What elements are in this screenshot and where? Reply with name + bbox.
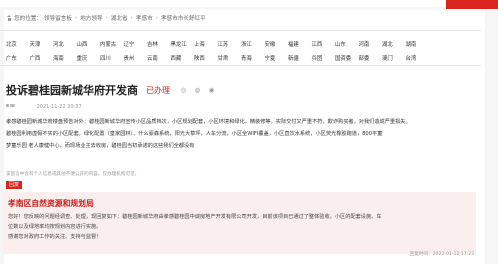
home-icon (6, 15, 12, 21)
region-link[interactable]: 吉林 (147, 40, 171, 48)
region-link[interactable]: 山东 (335, 40, 359, 48)
breadcrumb-separator: › (105, 15, 108, 21)
region-link[interactable]: 西藏 (171, 54, 195, 62)
reply-body: 您好！您反映的问题经调查、处理，现回复如下：碧桂园新城华府由孝感碧桂园中诚房地产… (8, 212, 472, 242)
post-body-line: 梦童乐园 老人康健中心，而现场业主去收房，碧桂园当初承诺的这些我们全都没有 (6, 143, 195, 149)
region-link[interactable]: 广东 (6, 54, 30, 62)
region-link[interactable]: 国资委 (335, 54, 359, 62)
region-link[interactable]: 福建 (288, 40, 312, 48)
region-link[interactable]: 陕西 (194, 54, 218, 62)
region-link[interactable]: 河北 (53, 40, 77, 48)
region-link[interactable]: 浙江 (241, 40, 265, 48)
region-row-2: 广东 广西 海南 重庆 四川 贵州 云南 西藏 陕西 甘肃 青海 宁夏 新疆 兵… (6, 54, 429, 62)
post-body-line: 碧桂园利用虚假不实的小区配套，绿化配置（皇家园林）、什么豪森系统，阳光大草坪，人… (6, 131, 383, 137)
post-body: 孝感碧桂园新城华府楼盘预告对外：碧桂园新城华府宣传小区品质档次，小区规划配套，小… (6, 116, 476, 152)
breadcrumb-separator: › (130, 15, 133, 21)
reply-body-line: 您好！您反映的问题经调查、处理，现回复如下：碧桂园新城华府由孝感碧桂园中诚房地产… (8, 214, 382, 220)
breadcrumb-prefix: 您的位置： (14, 16, 42, 22)
top-header-bar (0, 0, 498, 9)
breadcrumb: 您的位置： 领导留言板 › 地方领导 › 湖北省 › 孝感市 › 孝感市市长舒红… (6, 13, 206, 23)
region-link[interactable]: 四川 (100, 54, 124, 62)
region-link[interactable]: 贵州 (124, 54, 148, 62)
region-link[interactable]: 重庆 (77, 54, 101, 62)
wechat-icon[interactable]: ◍ (194, 86, 201, 94)
region-link[interactable]: 广西 (30, 54, 54, 62)
breadcrumb-item-province[interactable]: 湖北省 (111, 14, 128, 22)
region-link[interactable]: 河南 (359, 40, 383, 48)
post-meta: 2021-11-22 20:37 (6, 104, 82, 110)
region-link[interactable]: 上海 (194, 40, 218, 48)
region-link[interactable]: 天津 (30, 40, 54, 48)
breadcrumb-separator: › (74, 15, 78, 21)
post-header: 投诉碧桂园新城华府开发商 已办理 ◎ ◍ ◉ (6, 82, 215, 98)
reply-body-line: 位数以及绿地率均按规划内容进行实施。 (8, 224, 102, 230)
region-link[interactable]: 湖南 (406, 40, 430, 48)
breadcrumb-separator: › (155, 15, 158, 21)
region-link[interactable]: 海南 (53, 54, 77, 62)
region-link[interactable]: 兵团 (312, 54, 336, 62)
region-link[interactable]: 澳门 (382, 54, 406, 62)
region-link[interactable]: 湖北 (382, 40, 406, 48)
reply-badge: 回复 (6, 181, 23, 189)
region-link[interactable]: 内蒙古 (100, 40, 124, 48)
breadcrumb-item-city[interactable]: 孝感市 (136, 14, 153, 22)
region-link[interactable]: 青海 (241, 54, 265, 62)
region-link[interactable]: 黑龙江 (171, 40, 195, 48)
post-body-line: 孝感碧桂园新城华府楼盘预告对外：碧桂园新城华府宣传小区品质档次，小区规划配套，小… (6, 119, 411, 125)
region-link[interactable]: 台湾 (406, 54, 430, 62)
author-icon (6, 104, 15, 108)
region-link[interactable]: 安徽 (265, 40, 289, 48)
region-link[interactable]: 甘肃 (218, 54, 242, 62)
region-link[interactable]: 山西 (77, 40, 101, 48)
region-link[interactable]: 部委 (359, 54, 383, 62)
share-icons: ◎ ◍ ◉ (180, 86, 215, 94)
qq-icon[interactable]: ◉ (208, 86, 215, 94)
region-link[interactable]: 江西 (312, 40, 336, 48)
post-title: 投诉碧桂园新城华府开发商 (6, 84, 138, 97)
status-badge: 已办理 (146, 85, 170, 95)
post-date: 2021-11-22 20:37 (36, 104, 82, 110)
breadcrumb-item-mayor[interactable]: 孝感市市长舒红平 (161, 14, 206, 22)
breadcrumb-item-board[interactable]: 领导留言板 (44, 14, 72, 22)
privacy-disclaimer: 该留言中含有个人信息或其他不便公开的内容，仅办理机构可见。 (6, 172, 140, 177)
region-row-1: 北京 天津 河北 山西 内蒙古 辽宁 吉林 黑龙江 上海 江苏 浙江 安徽 福建… (6, 40, 429, 48)
region-link[interactable]: 江苏 (218, 40, 242, 48)
region-link[interactable]: 宁夏 (265, 54, 289, 62)
region-link[interactable]: 辽宁 (124, 40, 148, 48)
region-link[interactable]: 北京 (6, 40, 30, 48)
header-brand-block (446, 0, 498, 9)
region-link[interactable]: 云南 (147, 54, 171, 62)
reply-body-line: 感谢您对政府工作的关注、支持与监督！ (8, 234, 102, 240)
reply-organization: 孝南区自然资源和规划局 (8, 199, 94, 208)
reply-time: 回复时间：2022-01-12 17:23 (409, 252, 474, 257)
region-link[interactable]: 新疆 (288, 54, 312, 62)
breadcrumb-item-local-leaders[interactable]: 地方领导 (80, 14, 102, 22)
weibo-icon[interactable]: ◎ (180, 86, 187, 94)
